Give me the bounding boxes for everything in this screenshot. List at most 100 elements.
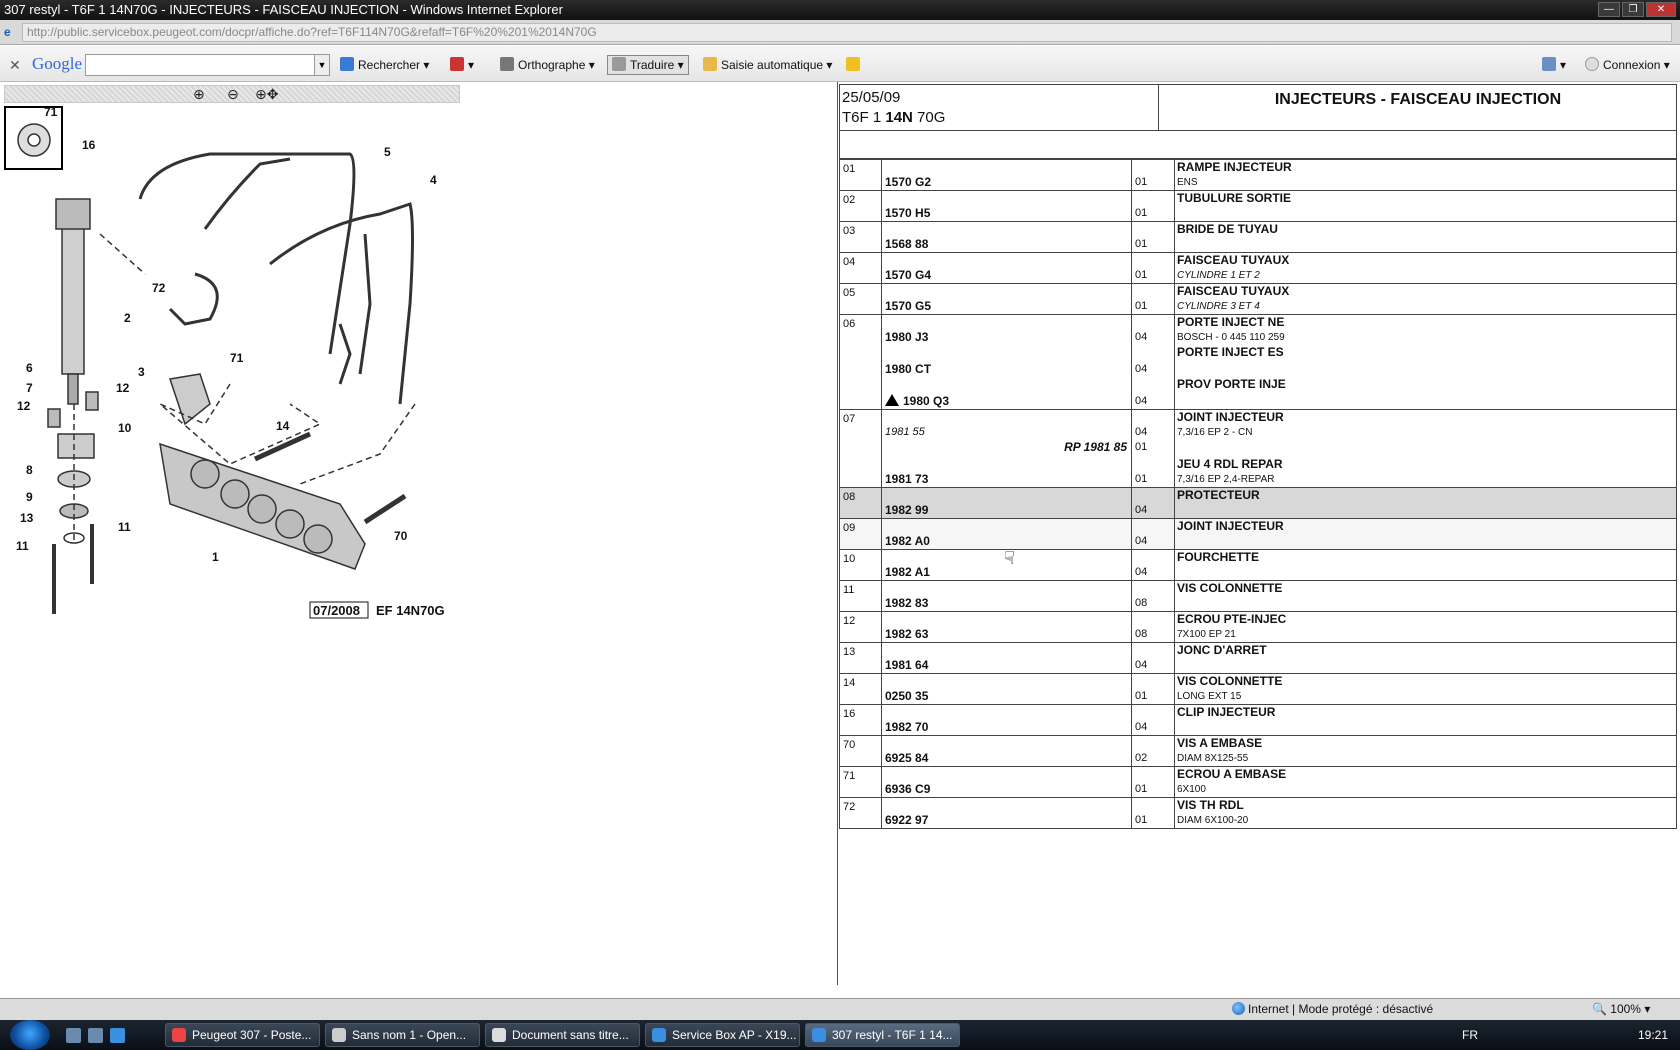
table-row[interactable]: 72 6922 97 01 VIS TH RDL DIAM 6X100-20 [839, 797, 1677, 829]
table-row[interactable]: 07 1981 55 RP 1981 85 1981 73 04 01 01 JOINT IN… [839, 409, 1677, 488]
popup-blocker-button[interactable]: ▾ [450, 56, 474, 76]
callout-5: 5 [384, 145, 391, 159]
callout-4: 4 [430, 173, 437, 187]
part-quantity: 01 [1135, 814, 1148, 826]
zoom-level[interactable]: 🔍 100% ▾ [1592, 1002, 1650, 1016]
pan-zoom-icon[interactable]: ⊕✥ [255, 86, 278, 103]
connexion-button[interactable]: Connexion ▾ [1585, 56, 1670, 76]
table-row[interactable]: 16 1982 70 04 CLIP INJECTEUR [839, 704, 1677, 736]
search-dropdown-icon[interactable]: ▼ [314, 54, 330, 76]
saisie-button[interactable]: Saisie automatique ▾ [703, 56, 832, 76]
rechercher-button[interactable]: Rechercher ▾ [340, 56, 429, 76]
table-row[interactable]: 11 1982 83 08 VIS COLONNETTE [839, 580, 1677, 612]
task-peugeot[interactable]: Peugeot 307 - Poste... [165, 1023, 320, 1047]
ie-launch-icon[interactable] [110, 1028, 125, 1043]
part-index: 14 [843, 677, 856, 689]
traduire-button[interactable]: Traduire ▾ [607, 55, 689, 75]
address-bar: e http://public.servicebox.peugeot.com/d… [0, 20, 1680, 45]
table-row[interactable]: 03 1568 88 01 BRIDE DE TUYAU [839, 221, 1677, 253]
table-row[interactable]: 14 0250 35 01 VIS COLONNETTE LONG EXT 15 [839, 673, 1677, 705]
table-row[interactable]: 02 1570 H5 01 TUBULURE SORTIE [839, 190, 1677, 222]
part-index: 72 [843, 801, 856, 813]
part-reference: 1982 70 [885, 720, 929, 734]
table-row[interactable]: 05 1570 G5 01 FAISCEAU TUYAUX CYLINDRE 3 ET … [839, 283, 1677, 315]
task-openoffice[interactable]: Sans nom 1 - Open... [325, 1023, 480, 1047]
part-description: JONC D'ARRET [1177, 643, 1267, 657]
settings-button[interactable]: ▾ [1542, 56, 1566, 76]
part-detail: DIAM 6X100-20 [1177, 815, 1249, 826]
wrench-icon [1542, 57, 1556, 71]
window-title: 307 restyl - T6F 1 14N70G - INJECTEURS -… [4, 2, 563, 17]
part-index: 13 [843, 646, 856, 658]
part-index: 07 [843, 413, 856, 425]
traduire-label: Traduire [630, 58, 675, 72]
task-document[interactable]: Document sans titre... [485, 1023, 640, 1047]
table-row[interactable]: 12 1982 63 08 ECROU PTE-INJEC 7X100 EP 21 [839, 611, 1677, 643]
table-row[interactable]: 10 1982 A1 04 FOURCHETTE [839, 549, 1677, 581]
table-row[interactable]: 04 1570 G4 01 FAISCEAU TUYAUX CYLINDRE 1 ET … [839, 252, 1677, 284]
part-description: FAISCEAU TUYAUX [1177, 253, 1290, 267]
warning-triangle-icon [885, 394, 899, 406]
url-field[interactable]: http://public.servicebox.peugeot.com/doc… [22, 23, 1672, 42]
orthographe-button[interactable]: Orthographe ▾ [500, 56, 595, 76]
part-index: 01 [843, 163, 856, 175]
show-desktop-icon[interactable] [66, 1028, 81, 1043]
part-reference: 6936 C9 [885, 782, 931, 796]
callout-12-right: 12 [116, 381, 130, 395]
parts-panel: 25/05/09 T6F 1 14N 70G INJECTEURS - FAIS… [839, 82, 1680, 985]
part-detail: BOSCH - 0 445 110 259 [1177, 332, 1285, 343]
task-307-restyl[interactable]: 307 restyl - T6F 1 14... [805, 1023, 960, 1047]
part-reference: 1570 G2 [885, 175, 932, 189]
callout-3: 3 [138, 365, 145, 379]
table-row[interactable]: 08 1982 99 04 PROTECTEUR [839, 487, 1677, 519]
table-row[interactable]: 06 1980 J3 1980 CT 1980 Q3 04 04 04 PORTE INJEC… [839, 314, 1677, 410]
table-row[interactable]: 13 1981 64 04 JONC D'ARRET [839, 642, 1677, 674]
part-index: 08 [843, 491, 856, 503]
part-reference: 1982 63 [885, 627, 929, 641]
zoom-out-icon[interactable]: ⊖ [227, 86, 239, 103]
clock[interactable]: 19:21 [1638, 1020, 1668, 1050]
google-g-icon [340, 57, 354, 71]
zoom-toolbar: ⊕ ⊖ ⊕✥ [4, 85, 460, 103]
system-tray: FR [1462, 1020, 1478, 1050]
task-servicebox[interactable]: Service Box AP - X19... [645, 1023, 800, 1047]
part-detail: 7,3/16 EP 2,4-REPAR [1177, 474, 1275, 485]
part-detail: LONG EXT 15 [1177, 691, 1242, 702]
close-toolbar-icon[interactable]: ✕ [9, 57, 21, 74]
highlight-button[interactable] [846, 56, 864, 76]
table-row[interactable]: 70 6925 84 02 VIS A EMBASE DIAM 8X125-55 [839, 735, 1677, 767]
taskbar: Peugeot 307 - Poste... Sans nom 1 - Open… [0, 1020, 1680, 1050]
part-quantity: 01 [1135, 176, 1148, 188]
close-button[interactable]: ✕ [1646, 2, 1676, 17]
start-button[interactable] [10, 1020, 50, 1050]
language-indicator[interactable]: FR [1462, 1028, 1478, 1042]
part-description: BRIDE DE TUYAU [1177, 222, 1278, 236]
part-quantity: 04 [1135, 504, 1148, 516]
table-row[interactable]: 71 6936 C9 01 ECROU A EMBASE 6X100 [839, 766, 1677, 798]
rechercher-label: Rechercher [358, 58, 421, 72]
replacement-quantity: 01 [1135, 441, 1148, 453]
part-index: 11 [843, 584, 855, 596]
switch-windows-icon[interactable] [88, 1028, 103, 1043]
marker-icon [846, 57, 860, 71]
callout-72: 72 [152, 281, 166, 295]
window-titlebar: 307 restyl - T6F 1 14N70G - INJECTEURS -… [0, 0, 1680, 20]
restore-button[interactable]: ❐ [1622, 2, 1644, 17]
part-reference: 6925 84 [885, 751, 929, 765]
part-detail: DIAM 8X125-55 [1177, 753, 1249, 764]
table-row[interactable]: 01 1570 G2 01 RAMPE INJECTEUR ENS [839, 159, 1677, 191]
table-row[interactable]: 09 1982 A0 04 JOINT INJECTEUR [839, 518, 1677, 550]
part-reference: 1982 83 [885, 596, 929, 610]
google-search-input[interactable] [85, 54, 330, 76]
security-zone: Internet | Mode protégé : désactivé [1232, 1002, 1433, 1016]
minimize-button[interactable]: — [1598, 2, 1620, 17]
zoom-in-icon[interactable]: ⊕ [193, 86, 205, 103]
saisie-label: Saisie automatique [721, 58, 824, 72]
header-model: T6F 1 14N 70G [842, 109, 946, 126]
part-description: PORTE INJECT ES [1177, 345, 1284, 359]
part-quantity: 08 [1135, 628, 1148, 640]
part-description: JOINT INJECTEUR [1177, 410, 1284, 424]
part-reference: 1570 G5 [885, 299, 932, 313]
google-toolbar: ✕ Google ▼ Rechercher ▾ ▾ Orthographe ▾ … [0, 46, 1680, 82]
translate-icon [612, 57, 626, 71]
